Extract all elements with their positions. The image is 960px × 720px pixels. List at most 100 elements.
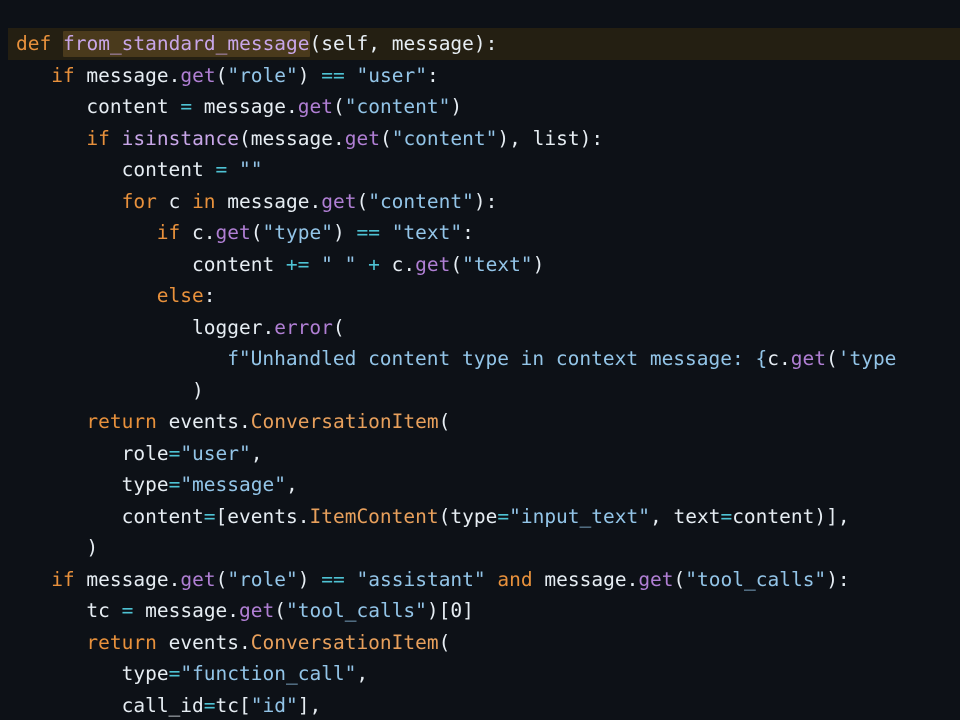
code-token-method: get xyxy=(344,126,380,150)
code-token-class: ItemContent xyxy=(309,504,439,528)
code-token-plain: c xyxy=(379,252,404,276)
code-token-punc: ( xyxy=(356,189,369,213)
code-line-text: tc = message.get("tool_calls")[0] xyxy=(86,595,474,627)
code-line[interactable]: type="function_call", xyxy=(0,658,960,690)
code-line-text: content += " " + c.get("text") xyxy=(192,249,544,281)
code-token-str: "content" xyxy=(344,95,451,118)
code-token-punc: ( xyxy=(274,599,287,622)
code-token-punc: [ xyxy=(215,504,228,528)
code-token-str: "" xyxy=(239,158,263,181)
code-token-method: error xyxy=(274,315,333,339)
code-token-punc: ) xyxy=(86,536,99,559)
code-line[interactable]: content = message.get("content") xyxy=(0,91,960,123)
code-line[interactable]: ) xyxy=(0,375,960,407)
code-token-kw: return xyxy=(86,410,157,433)
code-token-punc: , xyxy=(285,473,298,496)
code-token-op: = xyxy=(168,662,181,685)
code-token-op: == xyxy=(356,221,380,244)
code-line[interactable]: content=[events.ItemContent(type="input_… xyxy=(0,501,960,533)
code-token-punc: . xyxy=(168,567,181,591)
code-token-kw: if xyxy=(156,221,181,244)
code-token-plain: tc xyxy=(86,599,122,622)
code-token-plain: content xyxy=(121,504,204,528)
code-token-str: "id" xyxy=(250,693,298,717)
code-line[interactable]: ) xyxy=(0,532,960,564)
code-token-plain: message xyxy=(74,63,169,87)
code-line[interactable]: if isinstance(message.get("content"), li… xyxy=(0,123,960,155)
code-line[interactable]: tc = message.get("tool_calls")[0] xyxy=(0,595,960,627)
code-token-punc: ( xyxy=(332,95,345,118)
code-token-plain: role xyxy=(121,441,169,465)
code-token-plain: call_id xyxy=(121,693,204,717)
code-token-str: " " xyxy=(321,252,357,276)
code-token-kw: and xyxy=(497,567,533,591)
code-token-plain: type xyxy=(450,504,498,528)
code-token-punc: . xyxy=(262,315,275,339)
code-token-op: == xyxy=(321,567,345,591)
code-token-method: get xyxy=(638,567,674,591)
code-token-punc: ( xyxy=(215,567,228,591)
code-token-str: "content" xyxy=(391,126,498,150)
code-token-punc: ) xyxy=(192,378,204,402)
code-token-op: = xyxy=(168,473,181,496)
code-line[interactable]: return events.ConversationItem( xyxy=(0,627,960,659)
code-token-punc: . xyxy=(309,189,322,213)
code-token-punc: . xyxy=(778,347,791,370)
code-line-text: else: xyxy=(157,280,216,312)
code-line[interactable]: content = "" xyxy=(0,154,960,186)
code-token-str: "message" xyxy=(180,473,286,496)
code-line[interactable]: call_id=tc["id"], xyxy=(0,690,960,720)
code-line[interactable]: if c.get("type") == "text": xyxy=(0,217,960,249)
code-token-plain: message xyxy=(133,599,228,622)
code-line[interactable]: for c in message.get("content"): xyxy=(0,186,960,218)
code-line[interactable]: return events.ConversationItem( xyxy=(0,406,960,438)
code-token-plain: content xyxy=(192,252,286,276)
code-token-kw: if xyxy=(51,567,75,591)
code-line[interactable]: if message.get("role") == "user": xyxy=(0,60,960,92)
code-token-punc: ) xyxy=(332,221,345,244)
code-line[interactable]: content += " " + c.get("text") xyxy=(0,249,960,281)
code-line-text: return events.ConversationItem( xyxy=(86,406,450,438)
code-token-punc: : xyxy=(462,221,474,244)
code-line[interactable]: f"Unhandled content type in context mess… xyxy=(0,343,960,375)
code-line[interactable]: role="user", xyxy=(0,438,960,470)
code-token-punc: . xyxy=(403,252,416,276)
code-token-str: "tool_calls" xyxy=(286,599,427,622)
code-line[interactable]: def from_standard_message(self, message)… xyxy=(0,28,960,60)
code-token-str: 'type xyxy=(837,347,897,370)
code-token-op: = xyxy=(180,95,193,118)
code-token-punc: ) xyxy=(297,63,310,87)
code-line-text: role="user", xyxy=(122,438,263,470)
code-token-method: get xyxy=(180,567,216,591)
code-line-text: if isinstance(message.get("content"), li… xyxy=(86,123,603,155)
code-line[interactable]: if message.get("role") == "assistant" an… xyxy=(0,564,960,596)
code-token-punc: , xyxy=(368,32,392,55)
code-token-plain: message xyxy=(192,95,286,118)
code-token-kw: def xyxy=(16,32,52,55)
code-token-punc: . xyxy=(332,126,345,150)
code-line[interactable]: type="message", xyxy=(0,469,960,501)
code-line-text: for c in message.get("content"): xyxy=(122,186,498,218)
code-token-str: "content" xyxy=(368,189,474,213)
code-token-plain: list xyxy=(532,126,580,150)
code-token-class: ConversationItem xyxy=(250,410,439,433)
code-token-op: += xyxy=(285,252,310,276)
code-token-punc: . xyxy=(239,630,251,654)
code-line-text: call_id=tc["id"], xyxy=(122,690,322,720)
code-token-punc: . xyxy=(168,63,181,87)
code-token-punc: ( xyxy=(379,126,392,150)
code-line-text: f"Unhandled content type in context mess… xyxy=(227,343,896,375)
code-line[interactable]: else: xyxy=(0,280,960,312)
code-content-area[interactable]: def from_standard_message(self, message)… xyxy=(0,0,960,720)
code-line[interactable]: logger.error( xyxy=(0,312,960,344)
code-editor[interactable]: def from_standard_message(self, message)… xyxy=(0,0,960,720)
code-token-builtin: isinstance xyxy=(121,126,240,150)
code-token-plain: message xyxy=(215,189,310,213)
code-token-kw: return xyxy=(86,630,157,654)
code-token-plain: self xyxy=(321,32,369,55)
code-token-punc: : xyxy=(203,284,216,307)
